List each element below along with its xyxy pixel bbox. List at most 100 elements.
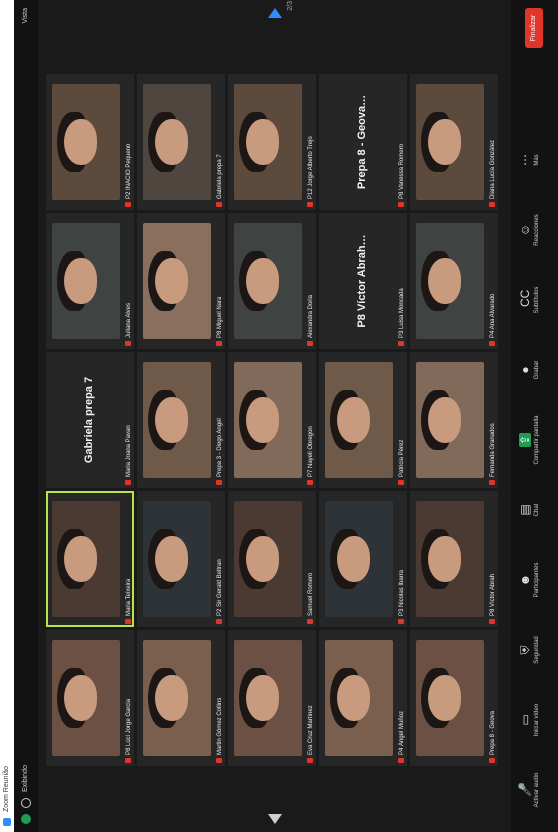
muted-mic-icon [216, 202, 222, 207]
page-indicator: 2/3 [287, 1, 294, 11]
share-button[interactable]: ⇪ Compartir pantalla [515, 412, 555, 468]
participant-video [325, 501, 393, 617]
participant-name: Eva Cruz Martínez [307, 705, 314, 763]
chat-button[interactable]: ▤ Chat [515, 482, 555, 538]
participant-name-label: P7 Nayeli Obregon [308, 426, 314, 477]
muted-mic-icon [307, 619, 313, 624]
next-page-icon[interactable] [268, 8, 282, 18]
participant-name: Fernanda Granados [489, 423, 496, 485]
participant-name-label: Juliana Alves [126, 302, 132, 338]
cc-icon: CC [518, 289, 532, 307]
meeting-controls: 🎤 Activar audio ▭ Iniciar vídeo ⛨ Seguridad ☻ P… [511, 0, 558, 832]
participant-tile[interactable]: Gabriela prepa 7 [137, 74, 225, 210]
muted-mic-icon [398, 341, 404, 346]
record-button[interactable]: ● Grabar [515, 342, 555, 398]
participant-tile[interactable]: P2 INACIO Pequeno [46, 74, 134, 210]
participant-name-label: P2 INACIO Pequeno [126, 143, 132, 199]
video-gallery: 2/3 P8 Lúci Jorge Garcia Maria Teixeira Ga… [38, 0, 511, 832]
participant-tile[interactable]: Juliana Alves [46, 213, 134, 349]
participant-tile[interactable]: P8 Víctor Abrah… P3 Luisa Moncada [319, 213, 407, 349]
face-shape [337, 396, 370, 444]
face-shape [246, 674, 279, 722]
face-shape [428, 118, 461, 166]
participant-name: P12 Jorge Alberto Trejo [307, 136, 314, 207]
participant-tile[interactable]: Samuel Romero [228, 491, 316, 627]
face-shape [155, 396, 188, 444]
view-toggle[interactable]: Vista [19, 8, 32, 23]
participant-tile[interactable]: P12 Jorge Alberto Trejo [228, 74, 316, 210]
participant-tile[interactable]: Eva Cruz Martínez [228, 630, 316, 766]
participant-video [52, 501, 120, 617]
participant-video [234, 362, 302, 478]
participant-tile[interactable]: Prepa 8 - Geova… P8 Vanessa Romero [319, 74, 407, 210]
control-label: Seguridad [534, 636, 540, 664]
face-shape [64, 535, 97, 583]
participant-tile[interactable]: Gabriela prepa 7 Maria Joana Pavan [46, 352, 134, 488]
zoom-logo-icon [3, 818, 11, 826]
shield-button[interactable]: ⛨ Seguridad [515, 622, 555, 678]
participant-name: Maria Teixeira [125, 579, 132, 624]
video-button[interactable]: ▭ Iniciar vídeo [515, 692, 555, 748]
muted-mic-icon [216, 758, 222, 763]
participant-video [143, 640, 211, 756]
muted-mic-icon [489, 619, 495, 624]
participant-tile[interactable]: Alexandra Doria [228, 213, 316, 349]
participant-name-label: P12 Jorge Alberto Trejo [308, 136, 314, 199]
participant-tile[interactable]: Diana Lucía González [410, 74, 498, 210]
participant-tile[interactable]: Martin Gómez Collins [137, 630, 225, 766]
more-icon: ⋯ [518, 154, 532, 166]
participant-name-label: P4 Ángel Muñoz [399, 710, 405, 755]
participant-tile[interactable]: P4 Ana Alvarado [410, 213, 498, 349]
participant-name-label: Patricia Pérez [399, 439, 405, 477]
muted-mic-icon [307, 341, 313, 346]
people-button[interactable]: ☻ Participantes [515, 552, 555, 608]
participant-tile[interactable]: Prepa 8 - Geova [410, 630, 498, 766]
security-status-icon[interactable] [21, 814, 31, 824]
control-label: Grabar [534, 360, 540, 380]
window-title: Zoom Reunião [3, 766, 10, 813]
face-shape [155, 674, 188, 722]
participant-name-label: Diana Lucía González [490, 139, 496, 199]
participant-video [143, 223, 211, 339]
meeting-topbar: Exibindo Vista [14, 0, 38, 832]
face-shape [246, 118, 279, 166]
face-shape [428, 674, 461, 722]
muted-mic-icon [216, 480, 222, 485]
muted-mic-icon [125, 341, 131, 346]
participant-name: Maria Joana Pavan [125, 425, 132, 485]
muted-mic-icon [125, 202, 131, 207]
previous-page-icon[interactable] [268, 814, 282, 824]
participant-name-label: Martin Gómez Collins [217, 697, 223, 755]
participant-name: P3 Nicolas Ibarra [398, 570, 405, 624]
more-button[interactable]: ⋯ Más [515, 132, 555, 188]
participant-tile[interactable]: Prepa 3 - Diego Angel [137, 352, 225, 488]
participant-name: P2 Sir Gerald Beltran [216, 559, 223, 624]
participant-tile[interactable]: P8 Lúci Jorge Garcia [46, 630, 134, 766]
reaction-button[interactable]: ☺ Reacciones [515, 202, 555, 258]
mic-button[interactable]: 🎤 Activar audio [515, 762, 555, 818]
control-label: Activar audio [534, 772, 540, 808]
sharing-status[interactable]: Exibindo [19, 765, 32, 792]
muted-mic-icon [398, 758, 404, 763]
participant-tile[interactable]: Fernanda Granados [410, 352, 498, 488]
participant-tile[interactable]: P7 Nayeli Obregon [228, 352, 316, 488]
participant-tile[interactable]: P8 Víctor Abrah [410, 491, 498, 627]
control-label: Más [534, 154, 540, 166]
participant-tile[interactable]: P2 Sir Gerald Beltran [137, 491, 225, 627]
muted-mic-icon [307, 758, 313, 763]
participant-name: P8 Vanessa Romero [398, 144, 405, 207]
cc-button[interactable]: CC Subtítulos [515, 272, 555, 328]
participant-tile[interactable]: Patricia Pérez [319, 352, 407, 488]
participant-name: Prepa 3 - Diego Angel [216, 418, 223, 485]
end-meeting-button[interactable]: Finalizar [525, 8, 543, 48]
participant-video [416, 501, 484, 617]
participant-video [234, 640, 302, 756]
participant-tile[interactable]: Maria Teixeira [46, 491, 134, 627]
muted-mic-icon [125, 619, 131, 624]
participant-tile[interactable]: P8 Miguel Nara [137, 213, 225, 349]
participant-tile[interactable]: P4 Ángel Muñoz [319, 630, 407, 766]
participant-tile[interactable]: P3 Nicolas Ibarra [319, 491, 407, 627]
meeting-info-icon[interactable] [21, 798, 31, 808]
participant-name-label: Prepa 3 - Diego Angel [217, 418, 223, 477]
face-shape [64, 674, 97, 722]
